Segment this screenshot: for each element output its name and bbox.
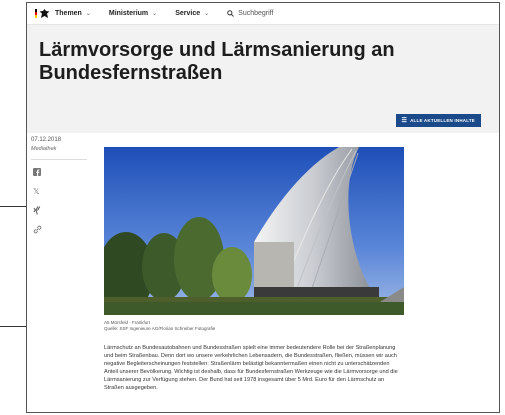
caption-line-2: Quelle: SSF Ingenieure AG/Florian Schrei… (104, 326, 216, 331)
all-content-button[interactable]: ☰ ALLE AKTUELLEN INHALTE (395, 114, 481, 127)
mediathek-link[interactable]: Mediathek (31, 146, 91, 152)
nav-ministerium[interactable]: Ministerium ⌄ (109, 10, 157, 17)
nav-ministerium-label: Ministerium (108, 10, 149, 17)
nav-service[interactable]: Service ⌄ (175, 10, 209, 17)
list-icon: ☰ (401, 118, 408, 124)
browser-viewport: Themen ⌄ Ministerium ⌄ Service ⌄ Suchbeg… (26, 2, 500, 413)
article-meta: 07.12.2018 Mediathek 𝕏 (31, 137, 91, 244)
all-content-label: ALLE AKTUELLEN INHALTE (410, 118, 475, 123)
article-body: Lärmschutz an Bundesautobahnen und Bunde… (104, 345, 398, 392)
top-navigation: Themen ⌄ Ministerium ⌄ Service ⌄ Suchbeg… (27, 3, 499, 25)
search-field[interactable]: Suchbegriff (227, 10, 273, 17)
chevron-down-icon: ⌄ (204, 11, 210, 17)
flag-icon (35, 9, 37, 18)
link-icon[interactable] (33, 225, 43, 235)
page-header: Lärmvorsorge und Lärmsanierung an Bundes… (27, 25, 499, 133)
search-icon (227, 10, 234, 17)
chevron-down-icon: ⌄ (152, 11, 158, 17)
frame-edge-line (0, 326, 26, 327)
x-twitter-icon[interactable]: 𝕏 (33, 187, 43, 197)
nav-service-label: Service (175, 10, 201, 17)
search-placeholder: Suchbegriff (238, 10, 274, 17)
facebook-icon[interactable] (33, 168, 43, 178)
photo-caption: A5 Mörsfeld · Frankfurt Quelle: SSF Inge… (104, 320, 215, 332)
divider (31, 159, 87, 160)
page-title: Lärmvorsorge und Lärmsanierung an Bundes… (39, 39, 395, 84)
publish-date: 07.12.2018 (31, 137, 62, 143)
xing-icon[interactable] (33, 206, 43, 216)
frame-edge-line (0, 206, 26, 207)
nav-themen-label: Themen (55, 10, 82, 17)
eagle-logo-icon[interactable] (39, 8, 51, 19)
chevron-down-icon: ⌄ (85, 11, 91, 17)
article-photo (104, 147, 404, 315)
nav-themen[interactable]: Themen ⌄ (55, 10, 91, 17)
